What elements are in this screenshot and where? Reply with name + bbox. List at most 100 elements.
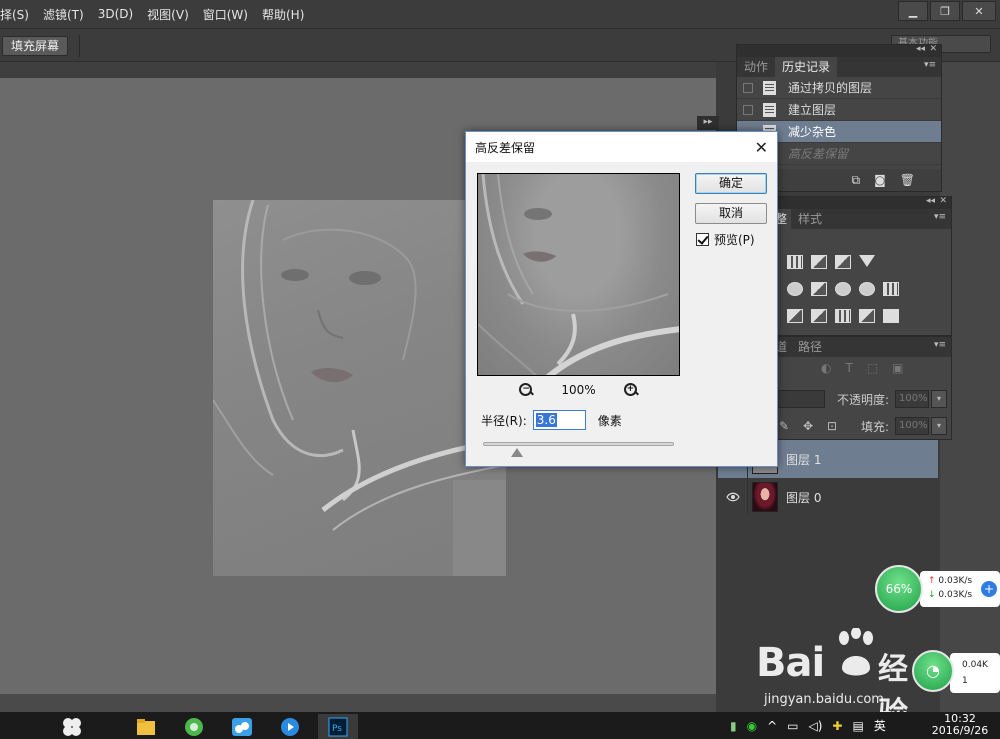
exposure-icon[interactable] — [835, 255, 851, 269]
zoom-out-icon[interactable]: − — [519, 383, 533, 397]
menu-help[interactable]: 帮助(H) — [255, 6, 311, 23]
action-center-icon[interactable]: ▤ — [852, 719, 863, 733]
vibrance-icon[interactable] — [859, 255, 875, 267]
selective-color-icon[interactable] — [883, 309, 899, 323]
collapse-icon[interactable]: ◂◂ — [926, 196, 935, 206]
close-icon[interactable]: ✕ — [755, 138, 768, 157]
eye-icon[interactable] — [718, 478, 748, 516]
restore-button[interactable]: ❐ — [930, 1, 960, 21]
battery-icon[interactable]: ▮ — [730, 719, 737, 733]
collapse-icon[interactable]: ◂◂ — [916, 44, 925, 54]
security-plus-icon[interactable]: ✚ — [832, 719, 842, 733]
history-item[interactable]: 建立图层 — [737, 99, 941, 121]
tray-expand-icon[interactable]: ^ — [767, 719, 777, 733]
tab-paths[interactable]: 路径 — [791, 337, 829, 357]
radius-input[interactable]: 3.6 — [532, 410, 586, 430]
secondary-rate: 0.04K — [962, 660, 988, 670]
volume-icon[interactable]: ◁) — [809, 719, 823, 733]
levels-icon[interactable] — [787, 255, 803, 269]
filter-adjustment-icon[interactable]: ◐ — [821, 361, 831, 383]
panel-menu-icon[interactable]: ▾≡ — [924, 60, 936, 70]
threshold-icon[interactable] — [835, 309, 851, 323]
black-white-icon[interactable] — [811, 282, 827, 296]
zoom-in-icon[interactable]: + — [623, 383, 638, 397]
taskbar-clock[interactable]: 10:32 2016/9/26 — [930, 713, 990, 737]
opacity-input[interactable]: 100% — [895, 390, 929, 408]
memory-percent-circle[interactable]: 66% — [875, 565, 923, 613]
panel-close-icon[interactable]: ✕ — [929, 44, 937, 54]
menu-select[interactable]: 择(S) — [0, 6, 36, 23]
panel-close-icon[interactable]: ✕ — [939, 196, 947, 206]
dialog-titlebar[interactable]: 高反差保留 ✕ — [466, 132, 777, 162]
filter-preview[interactable] — [477, 173, 680, 376]
start-app-icon[interactable] — [52, 714, 92, 739]
panel-menu-icon[interactable]: ▾≡ — [934, 340, 946, 350]
baidu-watermark: Bai 经验 jingyan.baidu.com — [756, 628, 916, 731]
zoom-controls: − 100% + — [477, 381, 680, 399]
radius-slider-thumb[interactable] — [511, 448, 524, 457]
new-document-from-state-icon[interactable]: ⧉ — [852, 173, 861, 188]
preview-checkbox-row[interactable]: 预览(P) — [696, 231, 755, 248]
photo-filter-icon[interactable] — [835, 282, 851, 296]
browser-icon[interactable] — [174, 714, 214, 739]
color-balance-icon[interactable] — [787, 282, 803, 296]
snapshot-camera-icon[interactable]: ◙ — [874, 173, 886, 187]
menu-window[interactable]: 窗口(W) — [196, 6, 255, 23]
layers-panel: 道 路径 ▾≡ ◐ T ⬚ ▣ 不透明度: 100% ▾ ✎ ✥ ⊡ 填充: 1… — [770, 336, 952, 440]
zoom-level: 100% — [561, 383, 596, 397]
channel-mixer-icon[interactable] — [859, 282, 875, 296]
tab-styles[interactable]: 样式 — [791, 209, 829, 229]
panel-menu-icon[interactable]: ▾≡ — [934, 212, 946, 222]
filter-type-icon[interactable]: T — [845, 361, 852, 383]
history-source-checkbox[interactable] — [743, 82, 753, 93]
secondary-network-widget[interactable]: 0.04K 1 ◔ — [912, 650, 1000, 696]
history-item[interactable]: 通过拷贝的图层 — [737, 77, 941, 99]
menu-filter[interactable]: 滤镜(T) — [36, 6, 91, 23]
filter-smart-icon[interactable]: ▣ — [892, 361, 903, 383]
document-image[interactable] — [213, 200, 506, 576]
preview-checkbox[interactable] — [696, 233, 709, 246]
blend-mode-select[interactable] — [775, 390, 825, 408]
trash-icon[interactable]: 🗑 — [900, 173, 915, 187]
cancel-button[interactable]: 取消 — [695, 203, 767, 224]
menu-view[interactable]: 视图(V) — [140, 6, 196, 23]
fill-input[interactable]: 100% — [895, 417, 929, 435]
wifi-icon[interactable]: ◉ — [747, 719, 757, 733]
ok-button[interactable]: 确定 — [695, 173, 767, 194]
close-app-button[interactable]: ✕ — [962, 1, 996, 21]
fill-dropdown-icon[interactable]: ▾ — [931, 417, 947, 435]
gradient-map-icon[interactable] — [859, 309, 875, 323]
menu-3d[interactable]: 3D(D) — [91, 7, 140, 21]
network-monitor-widget[interactable]: ↑ 0.03K/s ↓ 0.03K/s 66% + — [875, 565, 1000, 615]
layer-row-layer-0[interactable]: 图层 0 — [718, 478, 938, 516]
posterize-icon[interactable] — [811, 309, 827, 323]
invert-icon[interactable] — [787, 309, 803, 323]
opacity-dropdown-icon[interactable]: ▾ — [931, 390, 947, 408]
color-lookup-icon[interactable] — [883, 282, 899, 296]
fill-screen-button[interactable]: 填充屏幕 — [2, 36, 69, 56]
opacity-label: 不透明度: — [837, 392, 890, 407]
curves-icon[interactable] — [811, 255, 827, 269]
power-icon[interactable]: ▭ — [787, 719, 798, 733]
tab-history[interactable]: 历史记录 — [775, 57, 838, 77]
collapsed-panel-bar[interactable]: ▸▸ — [697, 116, 719, 130]
secondary-circle-icon[interactable]: ◔ — [912, 650, 954, 692]
history-source-checkbox[interactable] — [743, 104, 753, 115]
filter-shape-icon[interactable]: ⬚ — [867, 361, 878, 383]
media-player-icon[interactable] — [270, 714, 310, 739]
layer-name[interactable]: 图层 1 — [786, 451, 821, 468]
cloud-app-icon[interactable] — [222, 714, 262, 739]
layer-thumbnail — [752, 482, 778, 512]
accelerate-plus-icon[interactable]: + — [981, 581, 997, 597]
clock-date: 2016/9/26 — [931, 724, 989, 737]
photoshop-taskbar-icon[interactable]: Ps — [318, 714, 358, 739]
layer-name[interactable]: 图层 0 — [786, 489, 821, 506]
lock-artboard-icon[interactable]: ⊡ — [827, 419, 837, 433]
minimize-button[interactable]: ▁ — [898, 1, 928, 21]
lock-move-icon[interactable]: ✥ — [803, 419, 813, 433]
file-explorer-icon[interactable] — [126, 714, 166, 739]
radius-slider-track[interactable] — [483, 442, 674, 446]
tab-actions[interactable]: 动作 — [737, 57, 775, 77]
lock-brush-icon[interactable]: ✎ — [779, 419, 789, 433]
ime-indicator[interactable]: 英 — [874, 717, 886, 734]
